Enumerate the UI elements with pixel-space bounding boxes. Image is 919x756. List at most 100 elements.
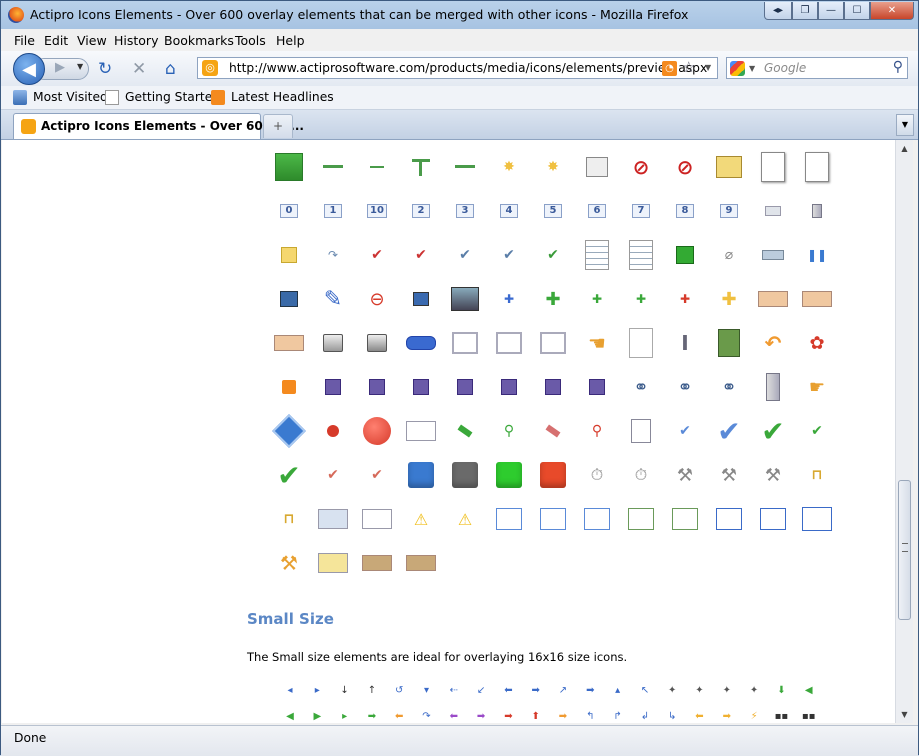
history-dropdown-icon[interactable]: ▼	[77, 62, 83, 71]
menu-tools[interactable]: Tools	[235, 33, 266, 48]
small-overlay-icon: ◂	[287, 684, 293, 696]
back-button[interactable]: ◀	[13, 53, 45, 85]
scroll-thumb[interactable]	[898, 480, 911, 620]
overlay-element-icon: ⚠	[413, 509, 429, 529]
scroll-up-icon[interactable]: ▲	[896, 140, 913, 157]
small-overlay-icon: ↑	[367, 684, 377, 696]
search-icon[interactable]: ⚲	[893, 59, 903, 75]
overlay-element-icon	[404, 414, 438, 448]
number-label: 8	[676, 204, 694, 218]
google-logo-icon[interactable]	[730, 61, 745, 76]
menu-edit[interactable]: Edit	[44, 33, 68, 48]
small-overlay-icon: ↖	[640, 684, 650, 696]
overlay-element-icon: ⚒	[280, 551, 298, 575]
bookmark-star-icon[interactable]: ☆	[682, 58, 695, 76]
restore-small-icon[interactable]: ❐	[792, 2, 818, 20]
number-overlay-icon: 5	[536, 194, 570, 228]
number-overlay-icon: 6	[580, 194, 614, 228]
search-box[interactable]: ▼ Google ⚲	[726, 57, 908, 79]
overlay-element-icon: ✔	[371, 467, 383, 483]
forward-button[interactable]: ▶	[55, 60, 65, 75]
overlay-element-icon: ⏱	[634, 465, 648, 484]
overlay-element-icon	[536, 326, 570, 360]
small-overlay-icon: ➡	[476, 710, 486, 722]
overlay-element-icon	[624, 238, 658, 272]
small-overlay-icon: ↱	[613, 710, 622, 722]
search-engine-dropdown-icon[interactable]: ▼	[749, 64, 755, 73]
overlay-element-icon: ✔	[277, 458, 301, 492]
small-size-heading: Small Size	[247, 610, 334, 628]
menu-view[interactable]: View	[77, 33, 107, 48]
number-overlay-icon: 9	[712, 194, 746, 228]
search-input[interactable]: Google	[764, 61, 806, 75]
small-overlay-icon: ➡	[531, 684, 540, 696]
small-overlay-icon: ⬇	[777, 684, 786, 696]
overlay-element-icon	[316, 370, 350, 404]
small-overlay-icon: ▾	[423, 684, 430, 696]
home-icon[interactable]: ⌂	[165, 59, 176, 79]
bookmark-getting-started[interactable]: Getting Started	[125, 90, 220, 104]
overlay-element-icon	[404, 370, 438, 404]
overlay-element-icon	[360, 546, 394, 580]
vertical-scrollbar[interactable]: ▲ ▼	[895, 140, 913, 723]
overlay-element-icon: ✔	[679, 423, 691, 439]
menu-bookmarks[interactable]: Bookmarks	[164, 33, 234, 48]
overlay-element-icon	[492, 458, 526, 492]
rss-feed-icon[interactable]: ◔	[662, 61, 677, 76]
menu-history[interactable]: History	[114, 33, 158, 48]
overlay-element-icon: ✔	[459, 247, 471, 263]
overlay-element-icon: ↶	[764, 331, 782, 355]
overlay-element-icon: ⊓	[811, 467, 823, 483]
overlay-element-icon	[800, 502, 834, 536]
site-favicon-icon: ◎	[202, 60, 218, 76]
aero-switch-icon[interactable]: ◂▸	[764, 2, 792, 20]
small-icon-row: ◀ ▶ ▸ ➡ ⬅ ↷ ⬅ ➡ ➡ ⬆ ➡ ↰ ↱ ↲ ↳ ⬅ ➡ ⚡ ▪▪ ▪▪	[282, 708, 842, 723]
overlay-element-icon	[404, 150, 438, 184]
overlay-element-icon: ✚	[679, 292, 691, 306]
page-icon	[105, 90, 119, 105]
small-overlay-icon: ➡	[558, 710, 568, 722]
close-button[interactable]: ✕	[870, 2, 914, 20]
overlay-element-icon	[668, 502, 702, 536]
new-tab-button[interactable]: +	[263, 114, 293, 138]
page-content: ✸ ✸ ⊘ ⊘ 0 1 10 2 3 4 5 6 7 8 9 ↷ ✔ ✔ ✔ ✔ ✔ ⌀ ❚❚ ✎ ⊖ ✚ ✚ ✚ ✚ ✚ ✚ ☚ I ↶ ✿ ⚭ ⚭ ⚭…	[2, 140, 895, 723]
small-overlay-icon: ✦	[722, 684, 731, 696]
overlay-element-icon: ✔	[327, 467, 339, 483]
overlay-element-icon: ⊓	[283, 511, 295, 527]
url-bar[interactable]: ◎ http://www.actiprosoftware.com/product…	[197, 57, 718, 79]
minimize-button[interactable]: —	[818, 2, 844, 20]
icon-row: ⊓ ⚠ ⚠	[272, 502, 852, 538]
overlay-element-icon: ⚒	[764, 464, 782, 486]
tab-bar: Actipro Icons Elements - Over 600 ov... …	[1, 110, 918, 140]
overlay-element-icon	[360, 370, 394, 404]
overlay-element-icon	[404, 326, 438, 360]
overlay-element-icon: ✎	[323, 286, 343, 312]
bookmark-most-visited[interactable]: Most Visited	[33, 90, 108, 104]
overlay-element-icon: ⚒	[720, 464, 738, 486]
url-dropdown-icon[interactable]: ▼	[705, 63, 711, 72]
small-overlay-icon: ⬅	[504, 684, 513, 696]
stop-icon[interactable]: ✕	[132, 59, 146, 79]
icon-row: ✸ ✸ ⊘ ⊘	[272, 150, 852, 186]
small-overlay-icon: ⬅	[695, 710, 704, 722]
url-text[interactable]: http://www.actiprosoftware.com/products/…	[229, 61, 707, 75]
overlay-element-icon	[448, 282, 482, 316]
maximize-button[interactable]: ☐	[844, 2, 870, 20]
scroll-down-icon[interactable]: ▼	[896, 706, 913, 723]
number-label: 5	[544, 204, 562, 218]
tab-actipro[interactable]: Actipro Icons Elements - Over 600 ov...	[13, 113, 304, 139]
tab-list-dropdown-icon[interactable]: ▼	[896, 114, 914, 136]
overlay-element-icon: ⊘	[632, 155, 650, 179]
small-size-description: The Small size elements are ideal for ov…	[247, 650, 628, 664]
small-overlay-icon: ⚡	[750, 710, 758, 722]
overlay-element-icon	[448, 370, 482, 404]
bookmark-latest-headlines[interactable]: Latest Headlines	[231, 90, 334, 104]
overlay-element-icon	[272, 238, 306, 272]
overlay-element-icon	[492, 370, 526, 404]
overlay-element-icon	[800, 282, 834, 316]
menu-help[interactable]: Help	[276, 33, 305, 48]
rss-feed-icon	[211, 90, 225, 105]
number-overlay-icon: 1	[316, 194, 350, 228]
reload-icon[interactable]: ↻	[98, 59, 112, 79]
menu-file[interactable]: File	[14, 33, 35, 48]
